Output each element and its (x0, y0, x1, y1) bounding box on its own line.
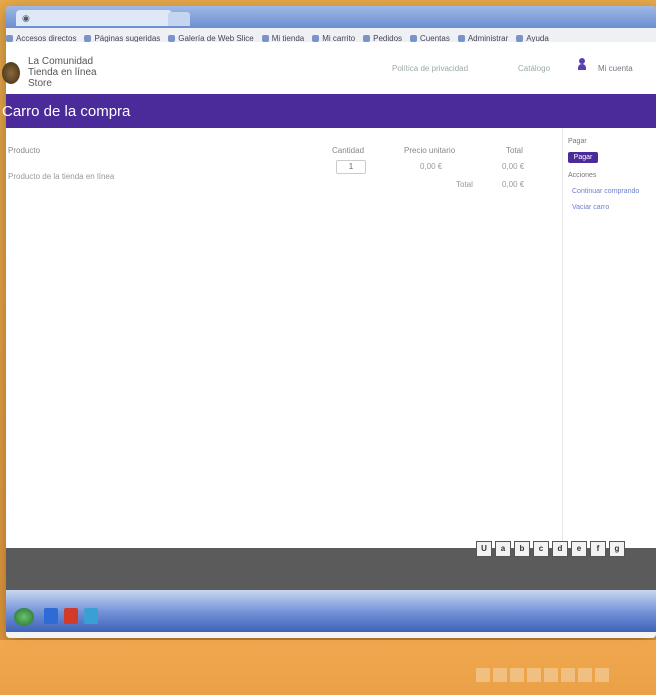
header-link-account[interactable]: Mi cuenta (598, 64, 633, 73)
column-header-product: Producto (8, 146, 41, 155)
page-button[interactable]: b (514, 541, 530, 557)
bookmark-icon (457, 34, 465, 42)
start-button[interactable] (14, 608, 34, 626)
bookmark-icon (261, 34, 269, 42)
empty-cart-link[interactable]: Vaciar carro (572, 204, 609, 211)
cart-item-total: 0,00 € (502, 162, 525, 171)
os-taskbar (6, 590, 656, 632)
app-taskbar-icon[interactable] (84, 608, 98, 624)
header-link-catalog[interactable]: Catálogo (518, 64, 550, 73)
page-button[interactable]: c (533, 541, 549, 557)
page-button[interactable]: d (552, 541, 568, 557)
cart-item-unit-price: 0,00 € (420, 162, 443, 171)
subtotal-label: Total (456, 180, 473, 189)
actions-section-label: Acciones (568, 172, 597, 179)
pagination-reflection (476, 668, 609, 682)
media-taskbar-icon[interactable] (64, 608, 78, 624)
page-button[interactable]: e (571, 541, 587, 557)
bookmark-icon (312, 34, 320, 42)
reflection-tile (561, 668, 575, 682)
page-button[interactable]: f (590, 541, 606, 557)
reflection-tile (544, 668, 558, 682)
reflection-tile (510, 668, 524, 682)
reflection-tile (476, 668, 490, 682)
pay-button[interactable]: Pagar (568, 152, 598, 163)
bookmark-icon (410, 34, 418, 42)
bookmark-icon (516, 34, 524, 42)
reflection-tile (493, 668, 507, 682)
new-tab-button[interactable] (168, 12, 190, 26)
reflection-tile (527, 668, 541, 682)
continue-shopping-link[interactable]: Continuar comprando (572, 188, 639, 195)
subtotal-value: 0,00 € (502, 180, 525, 189)
reflection-tile (595, 668, 609, 682)
store-logo[interactable] (2, 62, 20, 84)
store-line-3: Store (28, 78, 52, 89)
column-header-total: Total (506, 146, 523, 155)
bookmark-icon (168, 34, 176, 42)
user-icon[interactable] (578, 58, 586, 70)
column-header-quantity: Cantidad (332, 146, 365, 155)
page-title: Carro de la compra (2, 103, 131, 120)
store-line-2: Tienda en línea (28, 67, 97, 78)
cart-item-name[interactable]: Producto de la tienda en línea (8, 172, 114, 181)
cart-content (6, 128, 656, 548)
column-header-unit-price: Precio unitario (404, 146, 456, 155)
store-line-1: La Comunidad (28, 56, 94, 67)
title-bar: ◉ (6, 6, 656, 28)
page-button[interactable]: U (476, 541, 492, 557)
bookmark-icon (84, 34, 92, 42)
bookmark-icon (363, 34, 371, 42)
page-button[interactable]: a (495, 541, 511, 557)
bookmark-icon (6, 34, 13, 42)
sidebar-divider (562, 128, 563, 548)
pagination: U a b c d e f g (476, 541, 625, 557)
app-header (6, 42, 656, 94)
store-name[interactable]: La Comunidad Tienda en línea Store (28, 56, 97, 89)
header-link-privacy[interactable]: Política de privacidad (392, 64, 468, 73)
pay-section-label: Pagar (568, 138, 587, 145)
quantity-input[interactable]: 1 (336, 160, 366, 174)
browser-taskbar-icon[interactable] (44, 608, 58, 624)
browser-tab[interactable]: ◉ (16, 10, 172, 26)
page-button[interactable]: g (609, 541, 625, 557)
reflection-tile (578, 668, 592, 682)
